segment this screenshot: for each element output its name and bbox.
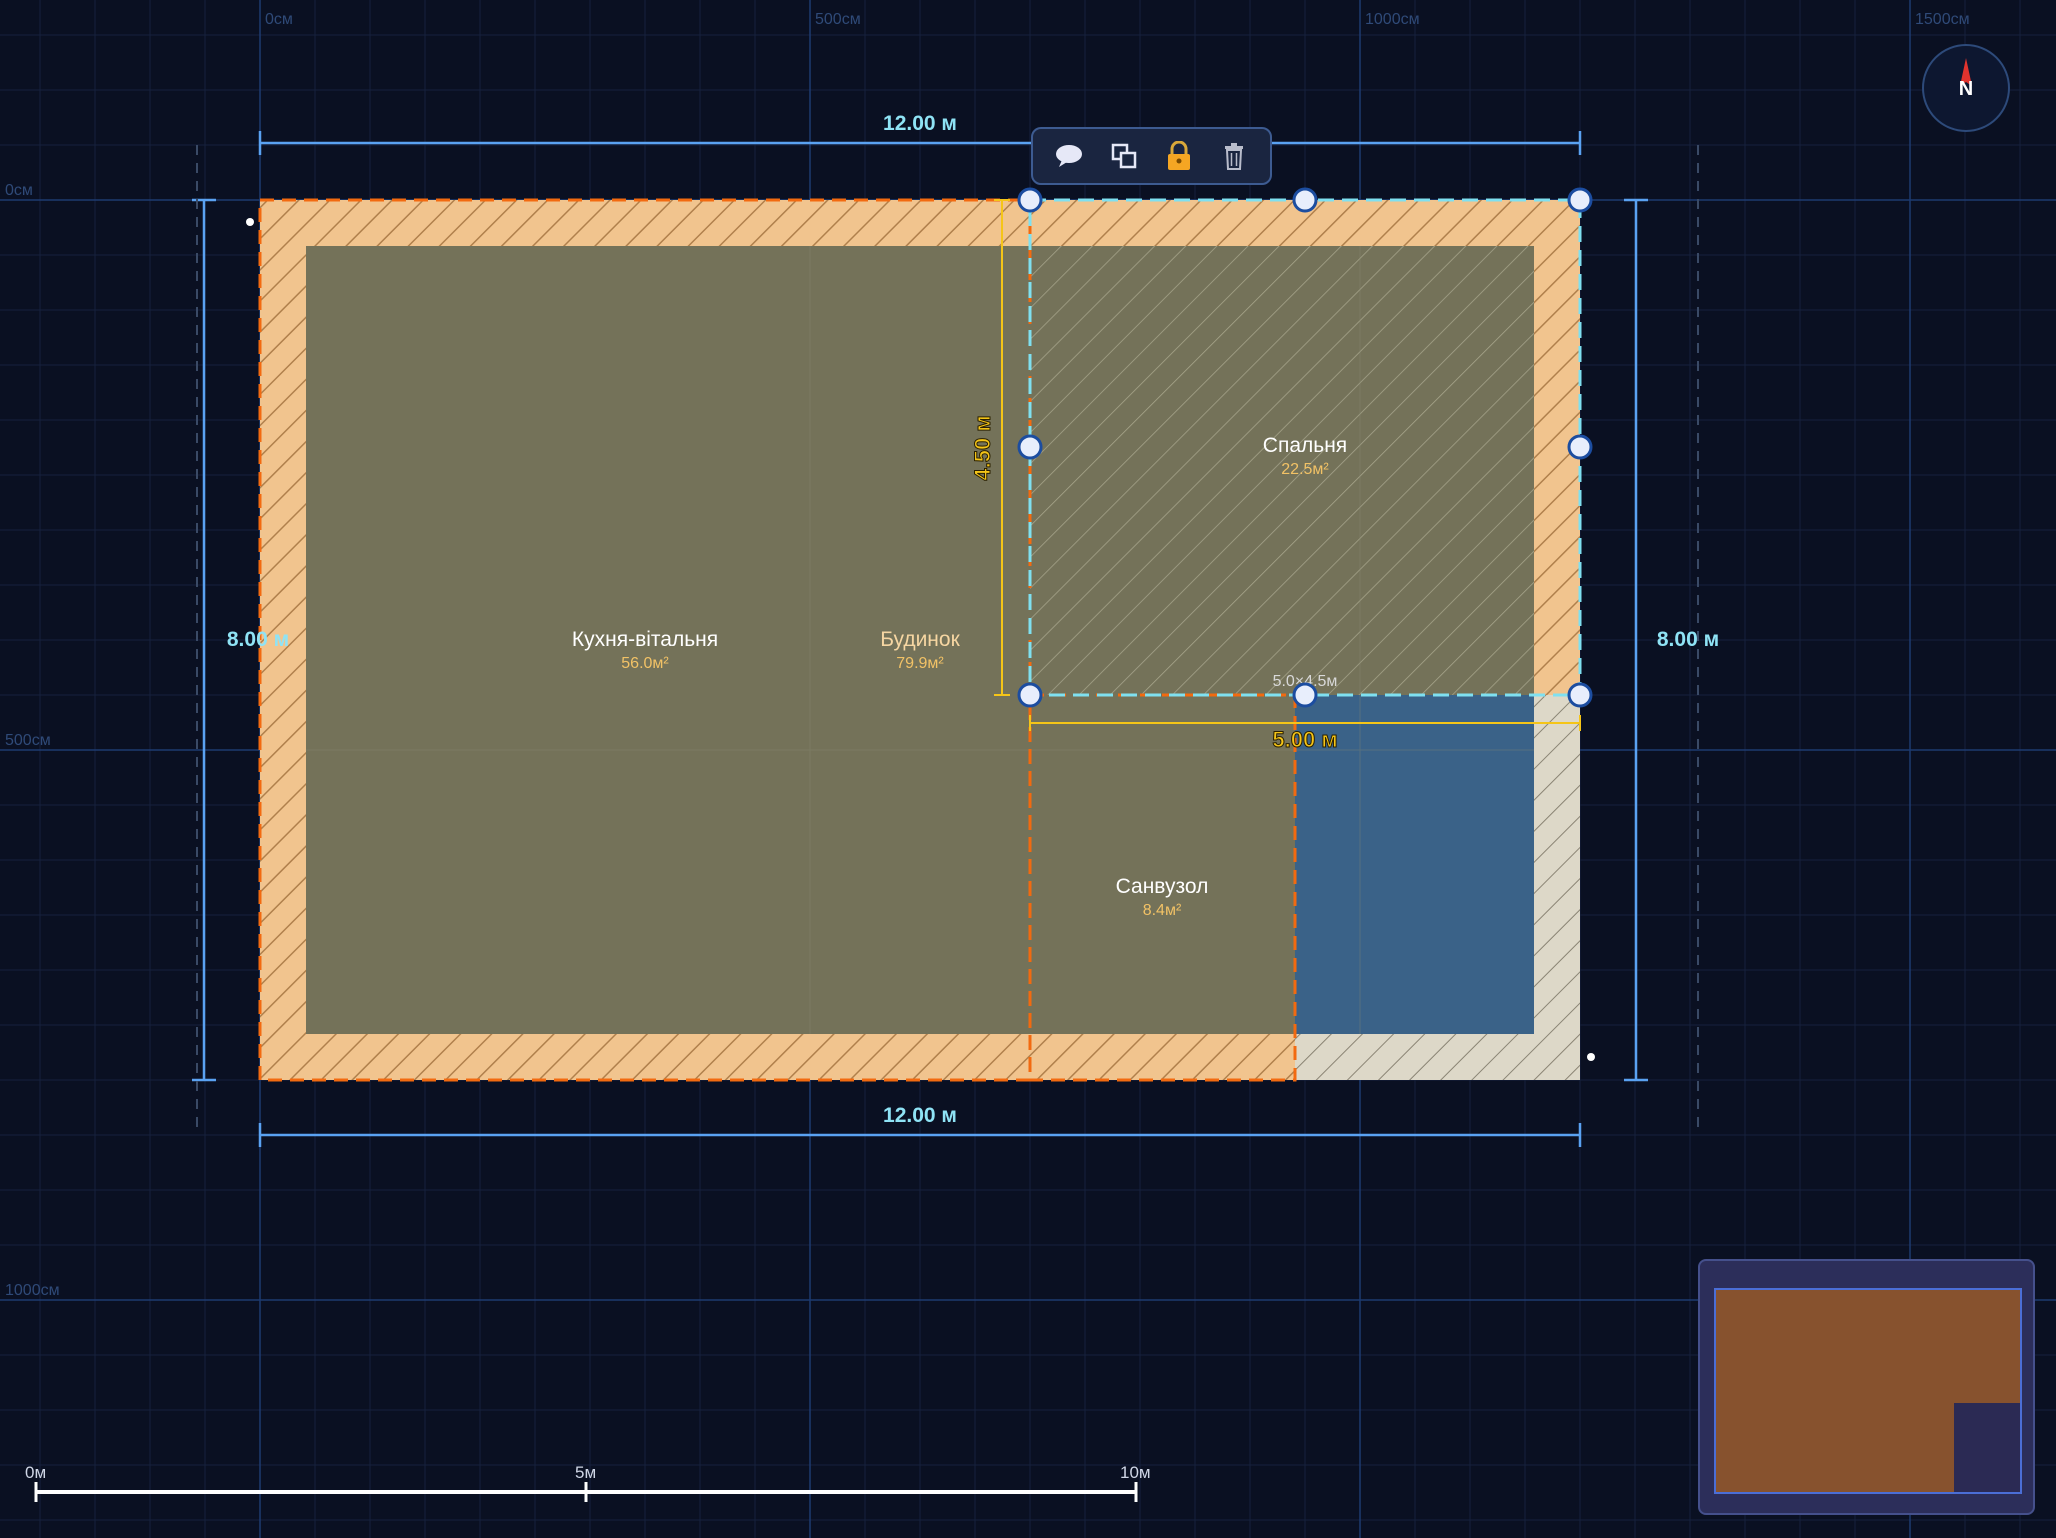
resize-handle-left[interactable] bbox=[1017, 434, 1043, 460]
resize-handle-top-left[interactable] bbox=[1017, 187, 1043, 213]
duplicate-icon bbox=[1111, 143, 1137, 169]
house-area: 79.9м² bbox=[896, 655, 944, 672]
bathroom-name: Санвузол bbox=[1116, 875, 1209, 898]
minimap-unassigned-area bbox=[1954, 1403, 2020, 1492]
resize-handle-top[interactable] bbox=[1292, 187, 1318, 213]
bedroom-area: 22.5м² bbox=[1281, 461, 1329, 478]
scale-bar: 0м 5м 10м bbox=[25, 1463, 1151, 1502]
resize-handle-bottom-right[interactable] bbox=[1567, 682, 1593, 708]
resize-handle-bottom[interactable] bbox=[1292, 682, 1318, 708]
selection-height-label: 4.50 м bbox=[970, 415, 995, 480]
grid-label-top-0: 0см bbox=[265, 11, 293, 28]
wall-segment-right-lower[interactable] bbox=[1534, 695, 1580, 1080]
compass-label: N bbox=[1958, 78, 1974, 100]
minimap[interactable] bbox=[1698, 1259, 2035, 1515]
minimap-house bbox=[1714, 1288, 2022, 1494]
right-height-dimension: 8.00 м bbox=[1657, 628, 1719, 651]
resize-handle-bottom-left[interactable] bbox=[1017, 682, 1043, 708]
bottom-width-dimension: 12.00 м bbox=[883, 1104, 957, 1127]
grid-label-top-1500: 1500см bbox=[1915, 11, 1970, 28]
compass[interactable]: N bbox=[1922, 44, 2010, 132]
comment-button[interactable] bbox=[1046, 133, 1092, 179]
delete-button[interactable] bbox=[1211, 133, 1257, 179]
resize-handle-right[interactable] bbox=[1567, 434, 1593, 460]
lock-icon bbox=[1168, 141, 1191, 170]
grid-label-top-1000: 1000см bbox=[1365, 11, 1420, 28]
bathroom-area: 8.4м² bbox=[1143, 902, 1182, 919]
grid-label-left-500: 500см bbox=[5, 732, 51, 749]
scale-label-0: 0м bbox=[25, 1463, 46, 1482]
corner-point-top-left[interactable] bbox=[246, 218, 254, 226]
left-height-dimension: 8.00 м bbox=[227, 628, 289, 651]
corner-point-bottom-right[interactable] bbox=[1587, 1053, 1595, 1061]
grid-label-left-0: 0см bbox=[5, 182, 33, 199]
kitchen-area: 56.0м² bbox=[621, 655, 669, 672]
trash-icon bbox=[1225, 143, 1244, 170]
house-name: Будинок bbox=[880, 628, 960, 651]
scale-label-10: 10м bbox=[1120, 1463, 1151, 1482]
top-width-dimension: 12.00 м bbox=[883, 112, 957, 135]
floor-plan-canvas[interactable]: 0см 500см 1000см 1500см 0см 500см 1000см… bbox=[0, 0, 2056, 1538]
grid-label-left-1000: 1000см bbox=[5, 1282, 60, 1299]
resize-handle-top-right[interactable] bbox=[1567, 187, 1593, 213]
grid-label-top-500: 500см bbox=[815, 11, 861, 28]
selection-toolbar bbox=[1031, 127, 1272, 185]
duplicate-button[interactable] bbox=[1101, 133, 1147, 179]
scale-label-5: 5м bbox=[575, 1463, 596, 1482]
kitchen-name: Кухня-вітальня bbox=[572, 628, 718, 651]
lock-button[interactable] bbox=[1156, 133, 1202, 179]
bedroom-name: Спальня bbox=[1263, 434, 1347, 457]
selection-width-label: 5.00 м bbox=[1272, 727, 1337, 752]
comment-icon bbox=[1055, 145, 1082, 167]
